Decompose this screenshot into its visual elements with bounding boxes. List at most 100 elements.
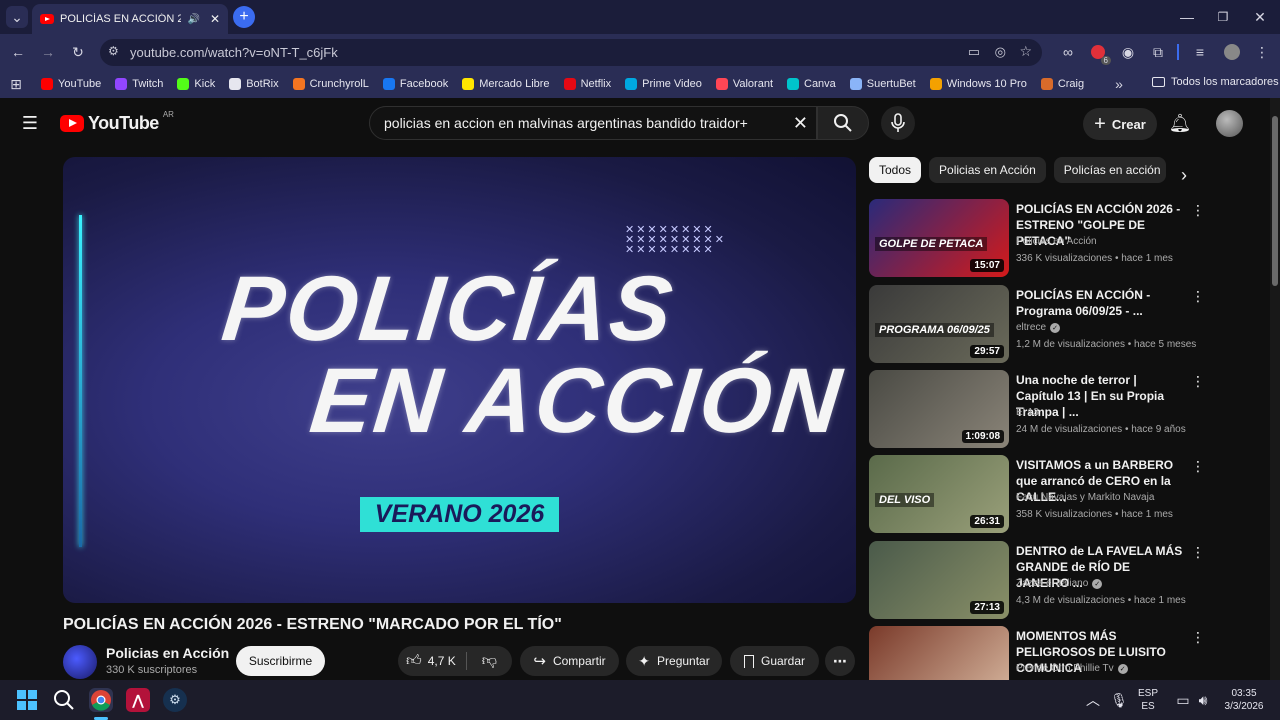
tray-microphone-icon[interactable]: 🎙︎ [1108, 689, 1130, 711]
search-button[interactable] [817, 106, 869, 140]
bookmark-canva[interactable]: Canva [787, 78, 836, 90]
recommendation-item[interactable]: 27:13 DENTRO de LA FAVELA MÁS GRANDE de R… [869, 541, 1264, 619]
bookmark-suertubet[interactable]: SuertuBet [849, 78, 916, 90]
browser-tab[interactable]: POLICÍAS EN ACCIÓN 2026 🔊 ✕ [32, 4, 228, 34]
more-bookmarks-chevron-icon[interactable]: » [1108, 73, 1130, 95]
save-button[interactable]: Guardar [730, 646, 819, 676]
browser-menu-icon[interactable]: ⋮ [1251, 41, 1273, 63]
recommendation-channel[interactable]: Policias en Acción [1016, 236, 1097, 247]
eye-slash-icon[interactable]: ◎ [995, 44, 1006, 60]
ask-button[interactable]: ✦ Preguntar [626, 646, 722, 676]
cast-icon[interactable]: ▭ [968, 44, 980, 60]
recommendation-thumbnail[interactable]: DEL VISO 26:31 [869, 455, 1009, 533]
back-arrow-icon[interactable]: ← [7, 41, 29, 63]
bookmark-netflix[interactable]: Netflix [563, 78, 611, 90]
bookmark-facebook[interactable]: Facebook [382, 78, 448, 90]
recommendation-title[interactable]: POLICÍAS EN ACCIÓN - Programa 06/09/25 -… [1016, 287, 1186, 319]
speaker-icon[interactable]: 🔊 [187, 14, 199, 25]
chips-next-chevron-icon[interactable]: › [1173, 164, 1195, 186]
bookmark-star-icon[interactable]: ☆ [1019, 43, 1032, 60]
tab-search-chevron-icon[interactable]: ⌄ [6, 6, 28, 28]
recommendation-item[interactable]: DEL VISO 26:31 VISITAMOS a un BARBERO que … [869, 455, 1264, 533]
app-a-taskbar-icon[interactable]: ⋀ [126, 688, 150, 712]
voice-search-button[interactable] [881, 106, 915, 140]
recommendation-channel[interactable]: Prende Otro Phillie Tv ✓ [1016, 663, 1128, 674]
dislike-button[interactable]: 👎︎ [474, 652, 497, 670]
more-vertical-icon[interactable]: ⋮ [1191, 628, 1205, 646]
bookmark-twitch[interactable]: Twitch [115, 78, 163, 90]
recommendation-channel[interactable]: Zazza el italiano ✓ [1016, 578, 1103, 589]
recommendation-channel[interactable]: eltrece ✓ [1016, 322, 1061, 333]
create-button[interactable]: + Crear [1083, 108, 1157, 140]
minimize-icon[interactable]: — [1176, 6, 1198, 28]
page-scrollbar[interactable] [1270, 98, 1280, 680]
apps-grid-icon[interactable]: ⊞ [5, 73, 27, 95]
all-bookmarks-folder[interactable]: Todos los marcadores [1152, 76, 1279, 88]
steam-taskbar-icon[interactable]: ⚙ [163, 688, 187, 712]
more-vertical-icon[interactable]: ⋮ [1191, 457, 1205, 475]
windows-start-icon[interactable] [15, 688, 39, 712]
bookmark-craig[interactable]: Craig [1040, 78, 1084, 90]
recommendation-item[interactable]: 1:09:08 Una noche de terror | Capítulo 13… [869, 370, 1264, 448]
chrome-taskbar-icon[interactable] [89, 688, 113, 712]
recommendation-thumbnail[interactable]: 1:09:08 [869, 370, 1009, 448]
reload-icon[interactable]: ↻ [67, 41, 89, 63]
extension-circle-icon[interactable]: ◉ [1117, 41, 1139, 63]
recommendation-channel[interactable]: El 13 [1016, 407, 1039, 418]
bookmark-windows-10-pro[interactable]: Windows 10 Pro [929, 78, 1027, 90]
account-avatar[interactable] [1216, 110, 1243, 137]
input-language[interactable]: ESP ES [1138, 687, 1158, 713]
recommendation-thumbnail[interactable]: GOLPE DE PETACA 15:07 [869, 199, 1009, 277]
bookmark-botrix[interactable]: BotRix [229, 78, 279, 90]
extensions-puzzle-icon[interactable]: ⧉ [1147, 41, 1169, 63]
channel-avatar[interactable] [63, 645, 97, 679]
recommendation-item[interactable]: PROGRAMA 06/09/25 29:57 POLICÍAS EN ACCIÓN… [869, 285, 1264, 363]
site-info-icon[interactable]: ⚙ [108, 44, 119, 58]
bookmark-kick[interactable]: Kick [177, 78, 215, 90]
bookmark-youtube[interactable]: YouTube [41, 78, 101, 90]
recommendation-thumbnail[interactable]: PROGRAMA 06/09/25 29:57 [869, 285, 1009, 363]
search-input[interactable]: policias en accion en malvinas argentina… [369, 106, 817, 140]
network-icon[interactable]: ▭ [1172, 689, 1194, 711]
scrollbar-thumb[interactable] [1272, 116, 1278, 286]
bookmark-mercado-libre[interactable]: Mercado Libre [462, 78, 550, 90]
chip-all[interactable]: Todos [869, 157, 922, 183]
extension-glasses-icon[interactable]: ∞ [1057, 41, 1079, 63]
tab-close-icon[interactable]: ✕ [210, 12, 220, 26]
address-bar[interactable]: ⚙ youtube.com/watch?v=oNT-T_c6jFk ▭ ◎ ☆ [100, 39, 1042, 66]
youtube-logo[interactable]: YouTube AR [60, 110, 174, 134]
bookmark-prime-video[interactable]: Prime Video [625, 78, 702, 90]
more-actions-button[interactable]: ⋯ [825, 646, 855, 676]
new-tab-plus-icon[interactable]: + [233, 6, 255, 28]
hamburger-menu-icon[interactable]: ☰ [19, 112, 41, 134]
close-window-icon[interactable]: ✕ [1249, 6, 1271, 28]
more-vertical-icon[interactable]: ⋮ [1191, 201, 1205, 219]
channel-name[interactable]: Policias en Acción [106, 645, 229, 661]
chip-policias-en-accion-2[interactable]: Policías en acción [1053, 157, 1166, 183]
bookmark-valorant[interactable]: Valorant [715, 78, 773, 90]
clear-search-icon[interactable]: ✕ [793, 113, 808, 134]
notifications-bell-icon[interactable]: 🔔︎ [1169, 112, 1192, 134]
forward-arrow-icon[interactable]: → [37, 41, 59, 63]
more-vertical-icon[interactable]: ⋮ [1191, 372, 1205, 390]
media-queue-icon[interactable]: ≡ [1189, 41, 1211, 63]
clock[interactable]: 03:35 3/3/2026 [1220, 687, 1268, 713]
subscribe-button[interactable]: Suscribirme [236, 646, 325, 676]
chip-policias-en-accion[interactable]: Policias en Acción [929, 157, 1046, 183]
share-button[interactable]: ↪ Compartir [520, 646, 619, 676]
like-button[interactable]: 👍︎ 4,7 K [406, 652, 467, 670]
recommendation-title[interactable]: Una noche de terror | Capítulo 13 | En s… [1016, 372, 1186, 420]
recommendation-thumbnail[interactable]: 27:13 [869, 541, 1009, 619]
more-vertical-icon[interactable]: ⋮ [1191, 543, 1205, 561]
tray-chevron-up-icon[interactable]: ︿ [1082, 689, 1104, 711]
extension-red-icon[interactable]: 6 [1087, 41, 1111, 65]
bookmark-crunchyroll[interactable]: CrunchyrolL [292, 78, 369, 90]
recommendation-item[interactable]: GOLPE DE PETACA 15:07 POLICÍAS EN ACCIÓN 2… [869, 199, 1264, 277]
video-player[interactable]: ✕✕✕✕✕✕✕✕ ✕✕✕✕✕✕✕✕✕ ✕✕✕✕✕✕✕✕ POLICÍAS EN AC… [63, 157, 856, 603]
profile-avatar-icon[interactable] [1221, 41, 1243, 63]
restore-window-icon[interactable]: ❐ [1212, 6, 1234, 28]
recommendation-channel[interactable]: Facu Navajas y Markito Navaja [1016, 492, 1154, 503]
volume-icon[interactable]: 🔊︎ [1192, 689, 1214, 711]
more-vertical-icon[interactable]: ⋮ [1191, 287, 1205, 305]
taskbar-search-icon[interactable] [52, 688, 76, 712]
